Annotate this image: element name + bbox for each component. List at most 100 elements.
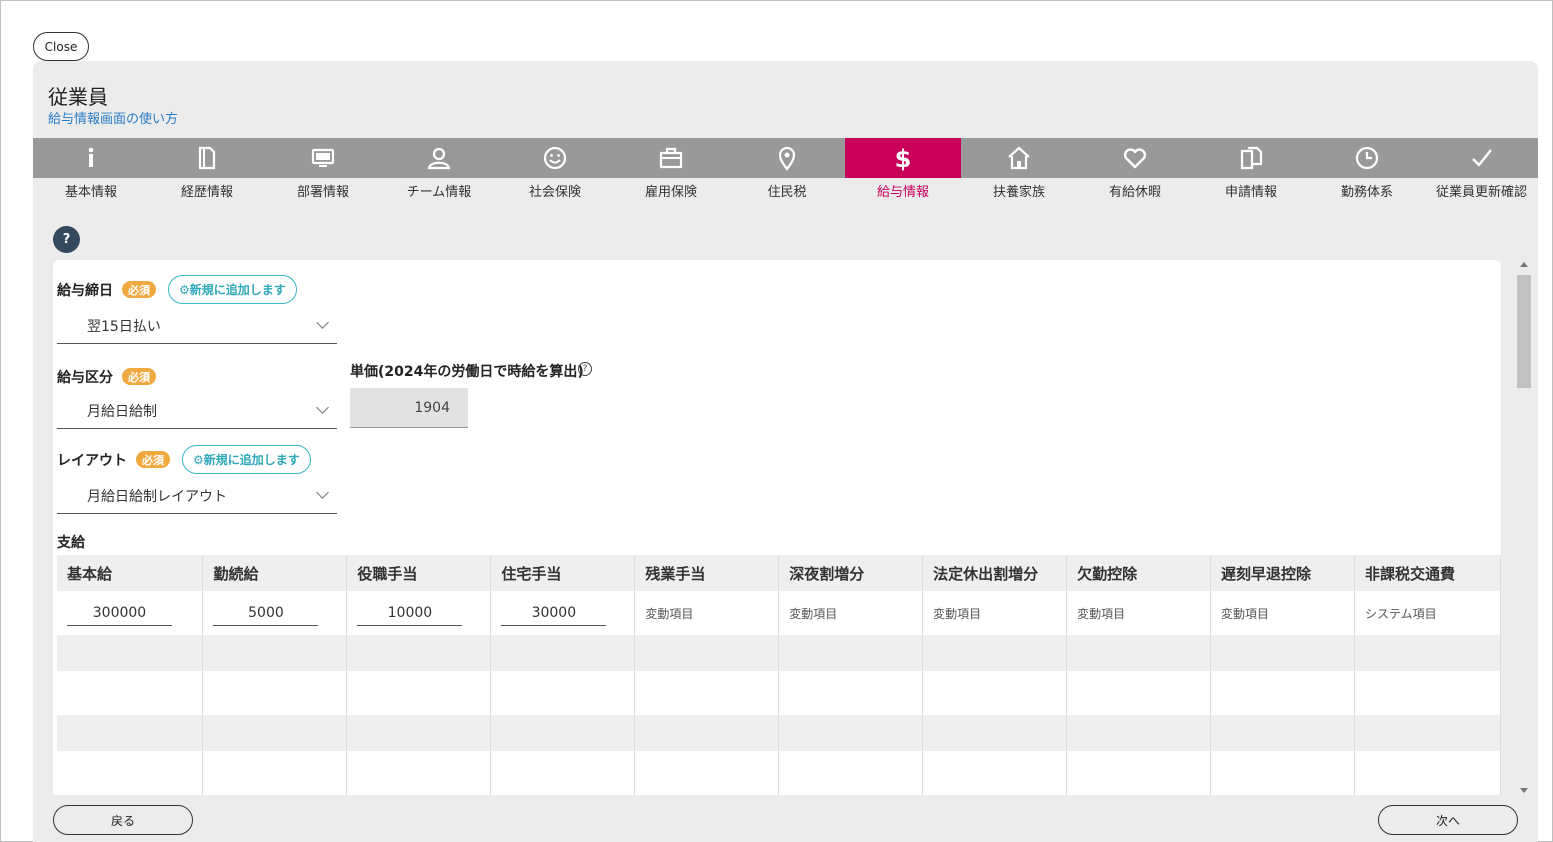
tab-application-info[interactable]: 申請情報 <box>1193 138 1309 200</box>
clock-icon <box>1355 146 1379 170</box>
tab-label: 雇用保険 <box>644 185 697 200</box>
add-layout-button[interactable]: ⚙ 新規に追加します <box>182 445 311 474</box>
gear-icon: ⚙ <box>179 282 190 297</box>
table-row: 300000 5000 10000 30000 変動項目 変動項目 変動項目 変… <box>57 591 1501 635</box>
column-header: 基本給 <box>57 555 204 591</box>
tab-team-info[interactable]: チーム情報 <box>381 138 497 200</box>
payment-table: 基本給 勤続給 役職手当 住宅手当 残業手当 深夜割増分 法定休出割増分 欠勤控… <box>57 555 1501 795</box>
add-new-label: 新規に追加します <box>203 453 300 467</box>
column-header: 法定休出割増分 <box>922 555 1068 591</box>
tab-bar: 基本情報 経歴情報 部署情報 チーム情報 社会保険 雇用保険 住民税 $ 給与情 <box>33 138 1538 200</box>
unit-price-value: 1904 <box>414 400 450 416</box>
tab-salary-info[interactable]: $ 給与情報 <box>845 138 961 200</box>
add-new-label: 新規に追加します <box>189 283 286 297</box>
tab-label: 基本情報 <box>64 185 117 200</box>
info-icon <box>88 147 94 167</box>
table-row <box>57 751 1501 795</box>
tab-basic-info[interactable]: 基本情報 <box>33 138 149 200</box>
tab-work-system[interactable]: 勤務体系 <box>1309 138 1425 200</box>
chevron-down-icon <box>316 316 329 329</box>
add-closing-day-button[interactable]: ⚙ 新規に追加します <box>168 275 297 304</box>
unit-price-field: 1904 <box>350 388 468 428</box>
housing-allowance-input[interactable]: 30000 <box>501 600 607 626</box>
tab-label: 社会保険 <box>528 185 581 200</box>
close-button[interactable]: Close <box>33 32 89 61</box>
house-icon <box>1008 146 1030 170</box>
layout-value: 月給日給制レイアウト <box>87 489 227 505</box>
pay-type-value: 月給日給制 <box>87 404 157 420</box>
column-header: 遅刻早退控除 <box>1210 555 1355 591</box>
scroll-down-icon[interactable] <box>1520 788 1528 793</box>
table-cell: 変動項目 <box>634 591 780 635</box>
table-cell: 変動項目 <box>1066 591 1211 635</box>
column-header: 勤続給 <box>202 555 348 591</box>
dollar-icon: $ <box>895 145 912 171</box>
payment-header-row: 基本給 勤続給 役職手当 住宅手当 残業手当 深夜割増分 法定休出割増分 欠勤控… <box>57 555 1501 591</box>
monitor-icon <box>311 148 335 167</box>
closing-day-select[interactable]: 翌15日払い <box>57 308 337 344</box>
info-icon[interactable]: ? <box>578 362 592 376</box>
tab-label: 扶養家族 <box>992 185 1045 200</box>
position-allowance-input[interactable]: 10000 <box>357 600 463 626</box>
table-cell: 変動項目 <box>1210 591 1355 635</box>
tab-label: チーム情報 <box>406 185 472 200</box>
table-cell: システム項目 <box>1354 591 1501 635</box>
column-header: 残業手当 <box>634 555 780 591</box>
payment-section-title: 支給 <box>57 535 85 551</box>
column-header: 深夜割増分 <box>778 555 924 591</box>
closing-day-label: 給与締日 <box>57 283 113 299</box>
unit-price-label: 単価(2024年の労働日で時給を算出) <box>350 364 584 380</box>
required-badge: 必須 <box>136 451 170 468</box>
help-link[interactable]: 給与情報画面の使い方 <box>48 108 178 127</box>
column-header: 住宅手当 <box>490 555 636 591</box>
vertical-scrollbar[interactable] <box>1516 260 1532 795</box>
tab-label: 給与情報 <box>876 185 929 200</box>
back-button[interactable]: 戻る <box>53 805 193 835</box>
pay-type-select[interactable]: 月給日給制 <box>57 393 337 429</box>
basic-pay-input[interactable]: 300000 <box>67 600 172 626</box>
heart-icon <box>1123 148 1147 169</box>
smiley-icon <box>543 146 567 170</box>
tab-career-info[interactable]: 経歴情報 <box>149 138 265 200</box>
column-header: 欠勤控除 <box>1066 555 1211 591</box>
layout-label: レイアウト <box>57 453 127 469</box>
location-pin-icon <box>778 146 796 171</box>
document-icon <box>198 146 216 170</box>
table-cell: 変動項目 <box>778 591 924 635</box>
table-row <box>57 715 1501 751</box>
gear-icon: ⚙ <box>193 452 204 467</box>
page-title: 従業員 <box>48 85 108 109</box>
column-header: 非課税交通費 <box>1354 555 1501 591</box>
layout-select[interactable]: 月給日給制レイアウト <box>57 478 337 514</box>
tab-social-insurance[interactable]: 社会保険 <box>497 138 613 200</box>
chevron-down-icon <box>316 401 329 414</box>
tab-label: 住民税 <box>767 185 807 200</box>
tab-label: 部署情報 <box>296 185 349 200</box>
column-header: 役職手当 <box>346 555 492 591</box>
table-row <box>57 635 1501 671</box>
checkmark-icon <box>1471 149 1492 167</box>
pay-type-label: 給与区分 <box>57 370 113 386</box>
scroll-thumb[interactable] <box>1517 275 1531 388</box>
tab-label: 有給休暇 <box>1108 185 1161 200</box>
tab-label: 勤務体系 <box>1340 185 1393 200</box>
tab-dependents[interactable]: 扶養家族 <box>961 138 1077 200</box>
svg-text:$: $ <box>895 145 912 171</box>
help-question-icon[interactable]: ? <box>53 226 80 253</box>
table-cell: 変動項目 <box>922 591 1068 635</box>
tab-paid-leave[interactable]: 有給休暇 <box>1077 138 1193 200</box>
required-badge: 必須 <box>122 368 156 385</box>
salary-form: 給与締日 必須 ⚙ 新規に追加します 翌15日払い 給与区分 必須 月給日給制 単… <box>53 260 1501 795</box>
seniority-pay-input[interactable]: 5000 <box>213 600 319 626</box>
next-button[interactable]: 次へ <box>1378 805 1518 835</box>
tab-resident-tax[interactable]: 住民税 <box>729 138 845 200</box>
tab-employee-update-confirm[interactable]: 従業員更新確認 <box>1425 138 1538 200</box>
copy-documents-icon <box>1240 146 1263 170</box>
required-badge: 必須 <box>122 281 156 298</box>
tab-department-info[interactable]: 部署情報 <box>265 138 381 200</box>
briefcase-icon <box>659 147 683 169</box>
tab-employment-insurance[interactable]: 雇用保険 <box>613 138 729 200</box>
scroll-up-icon[interactable] <box>1520 262 1528 267</box>
tab-label: 経歴情報 <box>180 185 233 200</box>
tab-label: 申請情報 <box>1224 185 1277 200</box>
